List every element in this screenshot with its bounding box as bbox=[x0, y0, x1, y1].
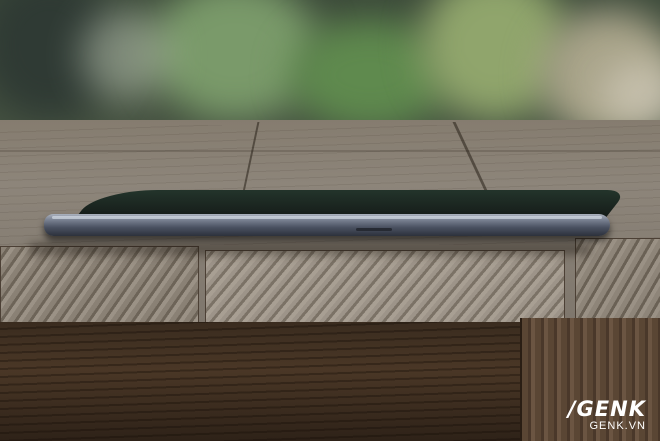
watermark-logo: /GENK bbox=[567, 397, 646, 421]
genk-watermark: /GENK GENK.VN bbox=[567, 397, 646, 433]
wood-block-end-left bbox=[0, 246, 199, 332]
dark-timber-grain bbox=[0, 322, 520, 441]
phone-port-slot bbox=[356, 228, 392, 231]
wood-block-end-middle bbox=[205, 250, 565, 324]
plank-seam bbox=[0, 150, 660, 152]
watermark-site: GENK.VN bbox=[589, 420, 646, 432]
smartphone bbox=[44, 190, 628, 246]
phone-edge-highlight bbox=[52, 216, 602, 219]
photo-scene: /GENK GENK.VN bbox=[0, 0, 660, 441]
